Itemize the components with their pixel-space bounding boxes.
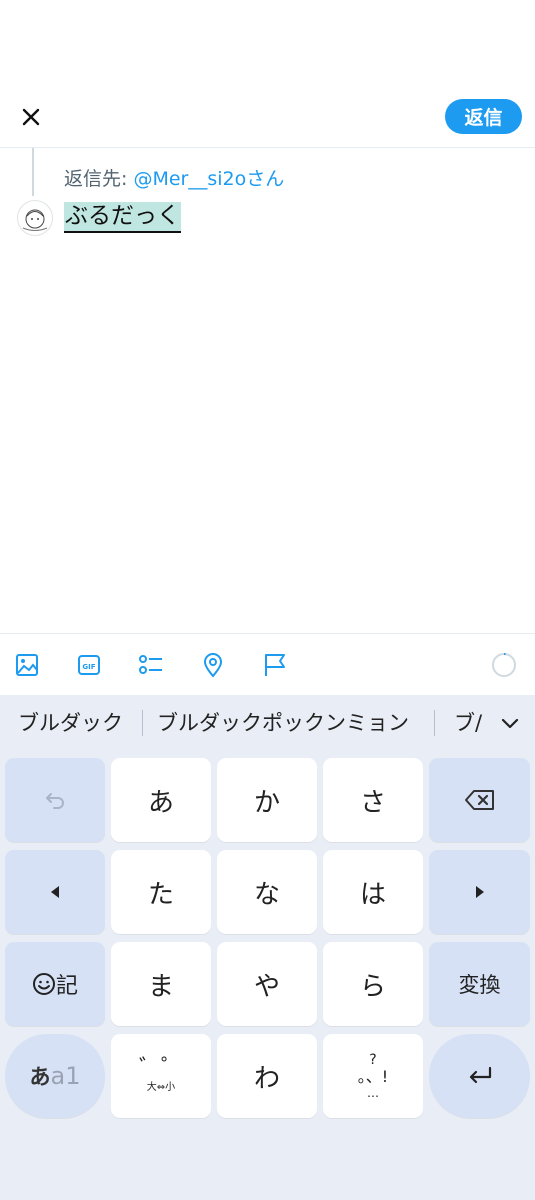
return-icon — [469, 1066, 491, 1084]
dakuten-key[interactable]: ゛゜ 大⇔小 — [111, 1034, 211, 1118]
candidate-1[interactable]: ブルダック — [18, 707, 123, 737]
input-mode-key[interactable]: あ a1 — [5, 1034, 105, 1118]
reply-to-label: 返信先: @Mer__si2oさん — [64, 164, 284, 191]
cursor-right-key[interactable] — [429, 850, 530, 934]
gif-icon: GIF — [78, 655, 100, 675]
convert-key[interactable]: 変換 — [429, 942, 530, 1026]
image-icon — [16, 654, 38, 676]
chevron-down-icon — [501, 718, 519, 729]
add-poll-button[interactable] — [138, 651, 164, 679]
key-sa[interactable]: さ — [323, 758, 423, 842]
add-gif-button[interactable]: GIF — [76, 651, 102, 679]
gif-label: GIF — [82, 663, 95, 671]
size-toggle-label: 大⇔小 — [146, 1082, 176, 1093]
candidate-separator — [142, 710, 143, 736]
cursor-left-key[interactable] — [5, 850, 105, 934]
undo-icon — [46, 793, 64, 809]
backspace-key[interactable] — [429, 758, 530, 842]
punct-ellipsis: … — [367, 1086, 379, 1100]
reply-to-prefix: 返信先: — [64, 168, 134, 190]
mode-kana-label: あ — [29, 1065, 51, 1089]
header-divider — [0, 147, 535, 148]
key-ya[interactable]: や — [217, 942, 317, 1026]
dakuten-label: ゛゜ — [138, 1056, 183, 1081]
close-icon — [22, 108, 40, 126]
progress-ring-icon — [492, 652, 516, 677]
key-ra[interactable]: ら — [323, 942, 423, 1026]
emoji-symbol-key[interactable]: 記 — [5, 942, 105, 1026]
character-counter — [491, 652, 517, 678]
candidate-2[interactable]: ブルダックポックンミョン — [157, 707, 409, 737]
compose-text-input[interactable]: ぶるだっく — [64, 202, 181, 233]
key-ta[interactable]: た — [111, 850, 211, 934]
location-icon — [203, 653, 223, 678]
poll-icon — [139, 655, 162, 674]
candidate-separator — [434, 710, 435, 736]
backspace-icon — [464, 790, 494, 810]
key-ka[interactable]: か — [217, 758, 317, 842]
avatar-sketch-icon — [22, 209, 48, 231]
punct-question: ? — [369, 1052, 377, 1068]
arrow-left-icon — [51, 886, 59, 898]
symbol-label: 記 — [55, 974, 78, 999]
add-location-button[interactable] — [200, 651, 226, 679]
return-key[interactable] — [429, 1034, 530, 1118]
undo-key[interactable] — [5, 758, 105, 842]
key-na[interactable]: な — [217, 850, 317, 934]
punctuation-key[interactable]: ? 。、! … — [323, 1034, 423, 1118]
reply-handle[interactable]: @Mer__si2oさん — [133, 168, 284, 190]
close-button[interactable] — [14, 100, 48, 134]
expand-candidates-button[interactable] — [498, 711, 522, 735]
flag-icon — [265, 654, 285, 676]
candidate-3[interactable]: ブ/ — [454, 707, 488, 737]
thread-line — [32, 148, 34, 196]
reply-button[interactable]: 返信 — [445, 99, 522, 134]
key-ha[interactable]: は — [323, 850, 423, 934]
key-ma[interactable]: ま — [111, 942, 211, 1026]
key-wa[interactable]: わ — [217, 1034, 317, 1118]
toolbar-divider — [0, 633, 535, 634]
arrow-right-icon — [475, 886, 484, 898]
key-a[interactable]: あ — [111, 758, 211, 842]
smiley-icon — [32, 973, 55, 995]
avatar — [17, 200, 53, 236]
add-flag-button[interactable] — [262, 651, 288, 679]
punct-main: 。、! — [357, 1067, 389, 1086]
mode-alnum-label: a1 — [50, 1062, 81, 1090]
add-image-button[interactable] — [14, 651, 40, 679]
